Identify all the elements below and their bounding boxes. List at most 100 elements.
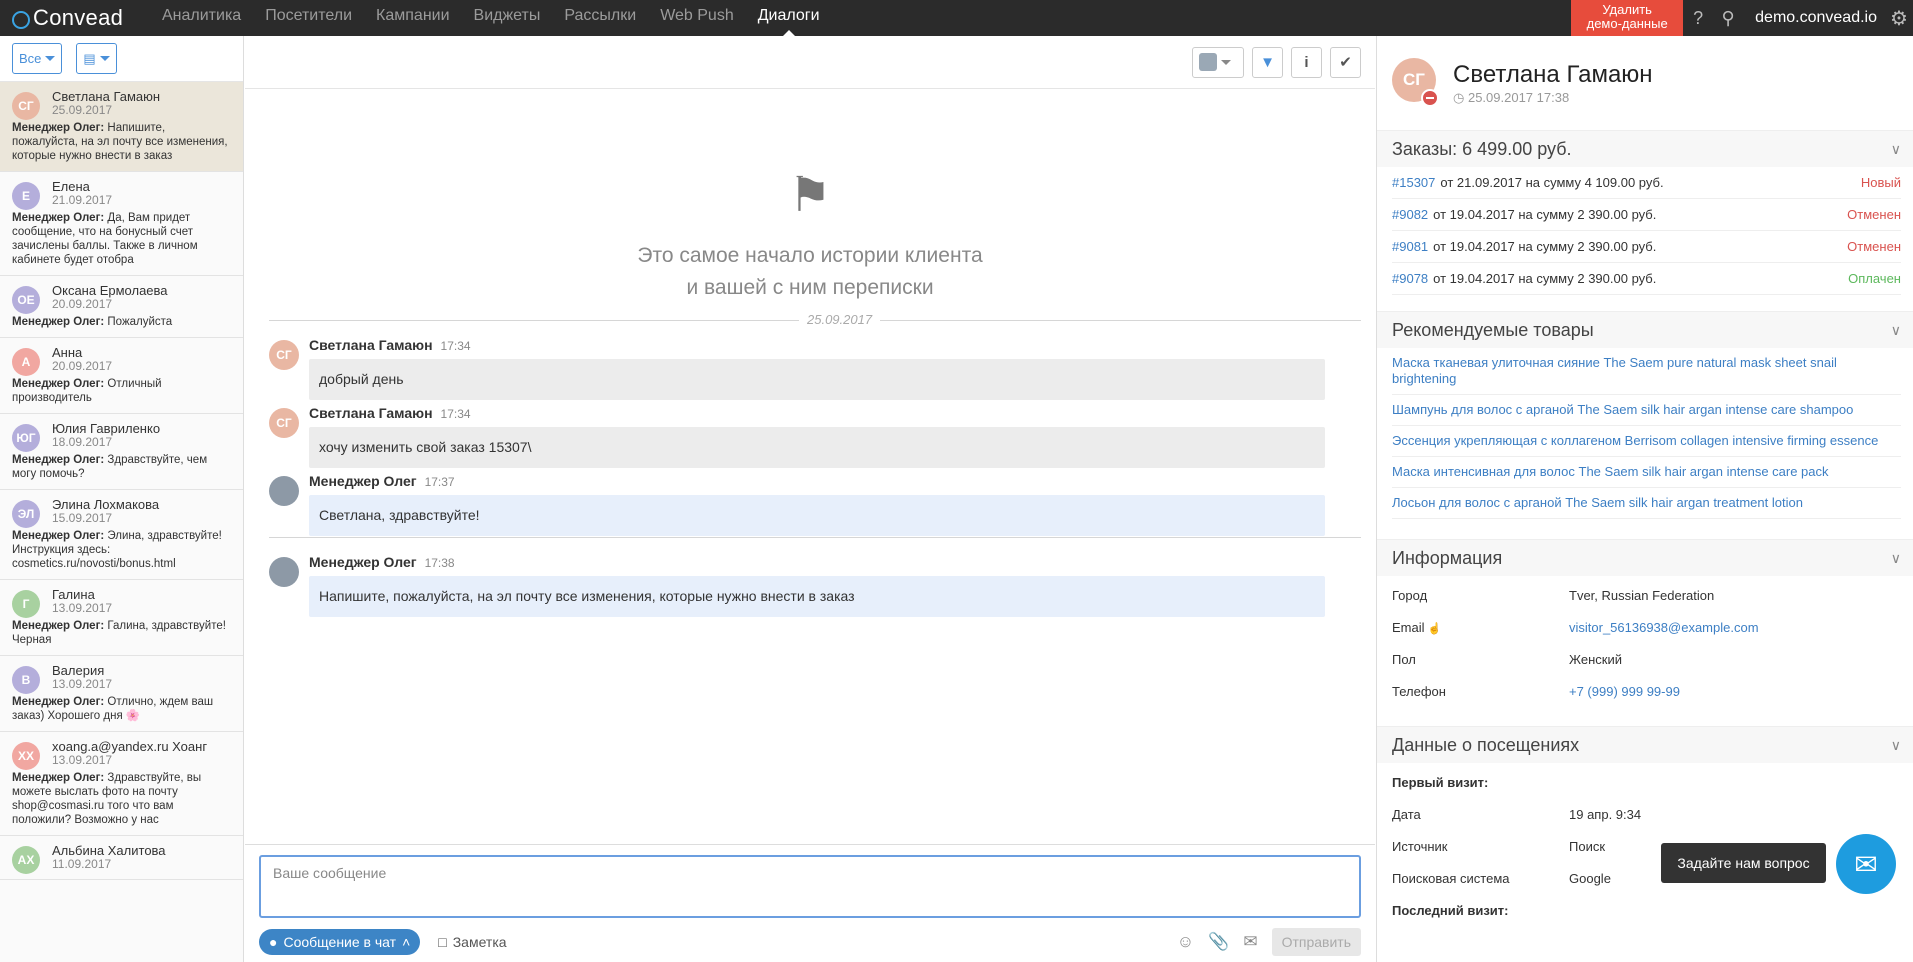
conversation-sidebar: Все ▤ СГ Светлана Гамаюн 25.09.2017 Менедже… xyxy=(0,36,244,962)
info-label-text: Email xyxy=(1392,620,1425,635)
search-icon[interactable]: ⚲ xyxy=(1713,0,1743,36)
site-name[interactable]: demo.convead.io xyxy=(1743,9,1885,27)
templates-icon[interactable]: ✉ xyxy=(1243,932,1257,952)
message-bubble: Светлана, здравствуйте! xyxy=(309,495,1325,536)
attach-icon[interactable]: 📎 xyxy=(1208,932,1229,952)
nav-item[interactable]: Web Push xyxy=(648,0,746,36)
conversation-item[interactable]: ЭЛ Элина Лохмакова 15.09.2017 Менеджер Олег… xyxy=(0,490,243,580)
order-details: от 19.04.2017 на сумму 2 390.00 руб. xyxy=(1433,271,1657,286)
chat-message-button[interactable]: ● Сообщение в чат ˄ xyxy=(259,929,421,955)
delete-demo-data-button[interactable]: Удалить демо-данные xyxy=(1571,0,1684,36)
orders-section-header[interactable]: Заказы: 6 499.00 руб. ∨ xyxy=(1377,130,1913,167)
conversation-item[interactable]: ЮГ Юлия Гавриленко 18.09.2017 Менеджер Олег… xyxy=(0,414,243,490)
preview-sender: Менеджер Олег: xyxy=(12,212,105,224)
avatar: АХ xyxy=(12,846,40,874)
author-name: Светлана Гамаюн xyxy=(309,337,433,353)
conversation-item[interactable]: СГ Светлана Гамаюн 25.09.2017 Менеджер Олег… xyxy=(0,82,243,172)
order-link[interactable]: #9082 xyxy=(1392,199,1428,230)
product-link[interactable]: Лосьон для волос с арганой The Saem silk… xyxy=(1392,488,1901,519)
order-link[interactable]: #9078 xyxy=(1392,263,1428,294)
gear-icon[interactable]: ⚙ xyxy=(1885,6,1913,31)
conversation-item[interactable]: Е Елена 21.09.2017 Менеджер Олег: Да, Вам п… xyxy=(0,172,243,276)
info-value: Женский xyxy=(1569,652,1622,667)
avatar: А xyxy=(12,348,40,376)
product-link[interactable]: Эссенция укрепляющая с коллагеном Berris… xyxy=(1392,426,1901,457)
order-link[interactable]: #15307 xyxy=(1392,167,1435,198)
chevron-up-icon: ˄ xyxy=(402,934,411,950)
message-input[interactable]: Ваше сообщение xyxy=(259,855,1361,918)
logo-mark-icon xyxy=(12,11,30,29)
help-icon[interactable]: ? xyxy=(1683,0,1713,36)
message-time: 17:37 xyxy=(424,475,455,489)
support-chat-icon[interactable]: ✉ xyxy=(1836,834,1896,894)
avatar: ЭЛ xyxy=(12,500,40,528)
client-panel: СГ Светлана Гамаюн ◷ 25.09.2017 17:38 За… xyxy=(1376,36,1913,962)
nav-item[interactable]: Рассылки xyxy=(552,0,648,36)
conversation-item[interactable]: АХ Альбина Халитова 11.09.2017 xyxy=(0,836,243,880)
order-details: от 19.04.2017 на сумму 2 390.00 руб. xyxy=(1433,207,1657,222)
ask-question-tooltip[interactable]: Задайте нам вопрос xyxy=(1661,843,1826,883)
conversation-item[interactable]: В Валерия 13.09.2017 Менеджер Олег: Отлично… xyxy=(0,656,243,732)
order-link[interactable]: #9081 xyxy=(1392,231,1428,262)
visit-label: Дата xyxy=(1392,807,1421,822)
info-row: Пол Женский xyxy=(1392,644,1901,676)
order-row: #9081 от 19.04.2017 на сумму 2 390.00 руб… xyxy=(1392,231,1901,263)
conversation-preview: Менеджер Олег: Элина, здравствуйте! Инст… xyxy=(12,529,231,571)
conversation-date: 15.09.2017 xyxy=(52,511,113,525)
inbox-dropdown[interactable]: ▤ xyxy=(76,43,117,74)
conversation-name: Оксана Ермолаева xyxy=(52,283,168,298)
conversation-date: 18.09.2017 xyxy=(52,435,113,449)
conversation-preview: Менеджер Олег: Напишите, пожалуйста, на … xyxy=(12,121,231,163)
visit-label: Источник xyxy=(1392,839,1448,854)
assignee-dropdown[interactable] xyxy=(1192,46,1244,78)
nav-item[interactable]: Виджеты xyxy=(462,0,553,36)
recommended-section-header[interactable]: Рекомендуемые товары ∨ xyxy=(1377,311,1913,348)
visits-section-header[interactable]: Данные о посещениях ∨ xyxy=(1377,726,1913,763)
manager-avatar-icon xyxy=(269,557,299,587)
product-link[interactable]: Маска тканевая улиточная сияние The Saem… xyxy=(1392,348,1901,395)
info-icon[interactable]: i xyxy=(1291,46,1322,78)
note-button[interactable]: □ Заметка xyxy=(438,934,506,950)
info-section-header[interactable]: Информация ∨ xyxy=(1377,539,1913,576)
emoji-icon[interactable]: ☺ xyxy=(1177,932,1194,952)
conversation-preview: Менеджер Олег: Да, Вам придет сообщение,… xyxy=(12,211,231,267)
filter-icon[interactable]: ▼ xyxy=(1252,46,1283,78)
nav-item[interactable]: Кампании xyxy=(364,0,462,36)
conversation-item[interactable]: А Анна 20.09.2017 Менеджер Олег: Отличный п… xyxy=(0,338,243,414)
message-author: Светлана Гамаюн 17:34 xyxy=(309,404,1349,423)
first-visit-heading: Первый визит: xyxy=(1392,775,1489,790)
info-row: Email ☝ visitor_56136938@example.com xyxy=(1392,612,1901,644)
visit-value: Google xyxy=(1569,871,1611,886)
avatar: СГ xyxy=(12,92,40,120)
nav-item[interactable]: Посетители xyxy=(253,0,364,36)
message-author: Светлана Гамаюн 17:34 xyxy=(309,336,1349,355)
conversation-name: xoang.a@yandex.ru Хоанг xyxy=(52,739,208,754)
client-name: Светлана Гамаюн xyxy=(1453,61,1653,88)
message-time: 17:38 xyxy=(424,556,455,570)
message-time: 17:34 xyxy=(440,339,471,353)
info-value[interactable]: visitor_56136938@example.com xyxy=(1569,612,1759,644)
filter-dropdown[interactable]: Все xyxy=(12,43,63,74)
preview-sender: Менеджер Олег: xyxy=(12,378,105,390)
conversation-preview: Менеджер Олег: Пожалуйста xyxy=(12,315,231,329)
conversation-item[interactable]: ХХ xoang.a@yandex.ru Хоанг 13.09.2017 Менед… xyxy=(0,732,243,836)
visit-value: Поиск xyxy=(1569,839,1606,854)
product-link[interactable]: Маска интенсивная для волос The Saem sil… xyxy=(1392,457,1901,488)
order-details: от 21.09.2017 на сумму 4 109.00 руб. xyxy=(1440,175,1664,190)
composer: Ваше сообщение ● Сообщение в чат ˄ □ Заметк… xyxy=(245,844,1375,962)
visit-label: Поисковая система xyxy=(1392,871,1510,886)
avatar: СГ xyxy=(269,340,299,370)
product-link[interactable]: Шампунь для волос с арганой The Saem sil… xyxy=(1392,395,1901,426)
message-bubble: добрый день xyxy=(309,359,1325,400)
info-label: Пол xyxy=(1392,644,1569,676)
info-value[interactable]: +7 (999) 999 99-99 xyxy=(1569,676,1680,708)
conversation-item[interactable]: Г Галина 13.09.2017 Менеджер Олег: Галина, … xyxy=(0,580,243,656)
check-icon[interactable]: ✔ xyxy=(1330,46,1361,78)
nav-item[interactable]: Аналитика xyxy=(150,0,253,36)
conversation-name: Светлана Гамаюн xyxy=(52,89,161,104)
author-name: Светлана Гамаюн xyxy=(309,405,433,421)
send-button[interactable]: Отправить xyxy=(1271,928,1361,956)
nav-item[interactable]: Диалоги xyxy=(746,0,832,36)
convead-logo[interactable]: Convead xyxy=(0,0,150,36)
conversation-item[interactable]: ОЕ Оксана Ермолаева 20.09.2017 Менеджер Оле… xyxy=(0,276,243,338)
